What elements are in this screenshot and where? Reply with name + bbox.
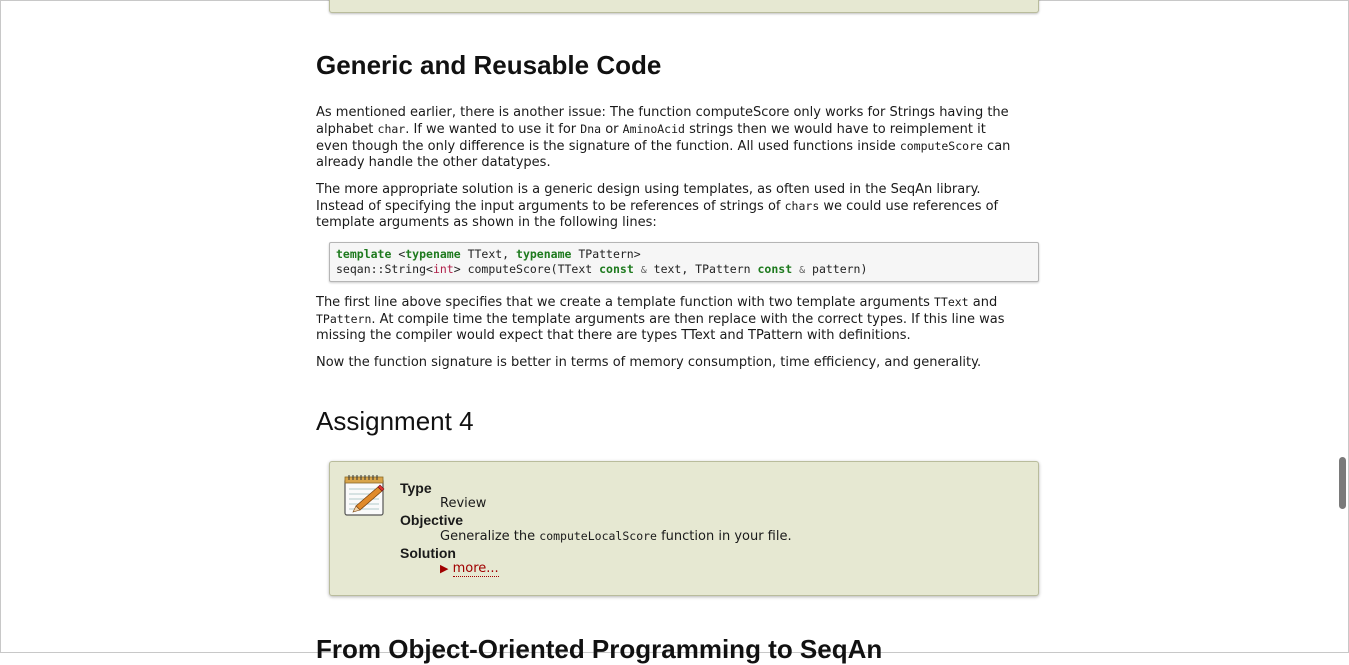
section-heading-oop: From Object-Oriented Programming to SeqA…	[316, 634, 883, 664]
inline-code: TPattern	[316, 312, 372, 326]
paragraph-solution: The more appropriate solution is a gener…	[316, 182, 1046, 231]
inline-code: computeLocalScore	[539, 529, 657, 543]
code-keyword: template	[336, 247, 392, 261]
previous-assignment-box	[329, 0, 1039, 13]
paragraph-signature: Now the function signature is better in …	[316, 355, 982, 370]
text: or	[601, 122, 623, 137]
code-keyword: const	[757, 262, 793, 276]
assignment-box: Type Review Objective Generalize the com…	[329, 461, 1039, 596]
text: missing the compiler would expect that t…	[316, 328, 911, 343]
code-text: <	[391, 247, 406, 261]
code-text: TPattern>	[571, 247, 641, 261]
inline-code: Dna	[580, 122, 602, 136]
type-value: Review	[440, 496, 487, 511]
inline-code: TText	[933, 295, 969, 309]
text: strings then we would have to reimplemen…	[684, 122, 986, 137]
inline-code: chars	[784, 199, 820, 213]
text: can	[982, 139, 1011, 154]
solution-toggle[interactable]: ▶ more...	[440, 561, 792, 577]
assignment-details: Type Review Objective Generalize the com…	[400, 480, 792, 577]
more-link[interactable]: more...	[452, 561, 499, 577]
paragraph-template-explanation: The first line above specifies that we c…	[316, 294, 1046, 344]
type-label: Type	[400, 480, 432, 496]
objective-label: Objective	[400, 512, 464, 528]
text: Instead of specifying the input argument…	[316, 199, 785, 214]
solution-label: Solution	[400, 545, 456, 561]
inline-code: AminoAcid	[622, 122, 685, 136]
code-keyword: typename	[405, 247, 461, 261]
text: alphabet	[316, 122, 378, 137]
code-text: text, TPattern	[646, 262, 758, 276]
text: . At compile time the template arguments…	[371, 312, 1005, 327]
code-text: TText,	[460, 247, 517, 261]
text: The more appropriate solution is a gener…	[316, 182, 981, 197]
code-keyword: const	[599, 262, 634, 276]
text: we could use references of	[819, 199, 999, 214]
code-keyword: typename	[516, 247, 572, 261]
text: template arguments as shown in the follo…	[316, 215, 657, 230]
code-type: int	[432, 262, 454, 276]
inline-code: computeScore	[899, 139, 983, 153]
code-block: template <typename TText, typename TPatt…	[329, 242, 1039, 282]
text: The first line above specifies that we c…	[316, 295, 934, 310]
code-text: pattern)	[805, 262, 868, 276]
text: already handle the other datatypes.	[316, 155, 551, 170]
inline-code: char	[377, 122, 406, 136]
objective-value: Generalize the computeLocalScore functio…	[440, 528, 792, 545]
text: As mentioned earlier, there is another i…	[316, 105, 1009, 120]
code-text: seqan::String<	[336, 262, 433, 276]
text: . If we wanted to use it for	[405, 122, 581, 137]
text: and	[968, 295, 998, 310]
code-text: > computeScore(TText	[453, 262, 600, 276]
paragraph-issue: As mentioned earlier, there is another i…	[316, 105, 1046, 171]
expand-arrow-icon[interactable]: ▶	[440, 562, 448, 575]
scrollbar-thumb[interactable]	[1339, 457, 1346, 509]
assignment-heading: Assignment 4	[316, 406, 474, 436]
notepad-icon	[344, 475, 385, 516]
text: even though the only difference is the s…	[316, 139, 900, 154]
section-heading-generic-code: Generic and Reusable Code	[316, 50, 662, 80]
text: function in your file.	[656, 529, 792, 544]
text: Generalize the	[440, 529, 540, 544]
